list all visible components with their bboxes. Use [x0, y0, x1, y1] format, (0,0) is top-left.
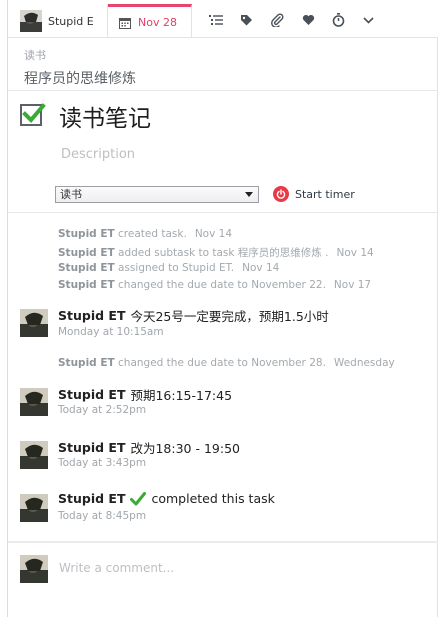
comment-time[interactable]: Today at 2:52pm: [58, 404, 146, 416]
avatar[interactable]: [20, 494, 48, 522]
comment-text: 预期16:15-17:45: [130, 388, 233, 403]
comment-text: completed this task: [151, 491, 275, 506]
comment-body: Stupid ET 改为18:30 - 19:50: [58, 438, 240, 457]
activity-user[interactable]: Stupid ET: [58, 247, 115, 259]
activity-time: Nov 14: [194, 228, 233, 240]
activity-item: Stupid ET changed the due date to Novemb…: [58, 357, 395, 369]
comment-time[interactable]: Monday at 10:15am: [58, 326, 164, 338]
activity-time: Nov 14: [242, 262, 280, 274]
comment-body: Stupid ET 预期16:15-17:45: [58, 385, 232, 404]
comment-body: Stupid ET 今天25号一定要完成，预期1.5小时: [58, 306, 329, 325]
comment-body: Stupid ET completed this task: [58, 491, 275, 506]
comment-author[interactable]: Stupid ET: [58, 440, 125, 455]
comment-time[interactable]: Today at 3:43pm: [58, 457, 146, 469]
activity-text: changed the due date to November 28.: [118, 357, 326, 369]
comment-author[interactable]: Stupid ET: [58, 387, 125, 402]
activity-item: Stupid ET changed the due date to Novemb…: [58, 279, 371, 291]
comment-input[interactable]: [59, 561, 419, 575]
activity-time: Nov 17: [333, 279, 372, 291]
activity-user[interactable]: Stupid ET: [58, 262, 115, 274]
comment-time[interactable]: Today at 8:45pm: [58, 510, 146, 522]
completed-check-icon: [130, 491, 147, 505]
activity-item: Stupid ET created task. Nov 14: [58, 228, 232, 240]
activity-text: added subtask to task 程序员的思维修炼 .: [118, 247, 329, 259]
activity-item: Stupid ET assigned to Stupid ET. Nov 14: [58, 262, 279, 274]
comment-text: 今天25号一定要完成，预期1.5小时: [130, 309, 329, 324]
activity-user[interactable]: Stupid ET: [58, 279, 115, 291]
comment-author[interactable]: Stupid ET: [58, 308, 125, 323]
activity-user[interactable]: Stupid ET: [58, 357, 115, 369]
activity-text: created task.: [118, 228, 187, 240]
avatar[interactable]: [20, 388, 48, 416]
avatar: [20, 555, 48, 583]
comment-author[interactable]: Stupid ET: [58, 491, 125, 506]
activity-feed: Stupid ET created task. Nov 14 Stupid ET …: [0, 0, 438, 540]
avatar[interactable]: [20, 441, 48, 469]
divider: [8, 541, 438, 543]
activity-text: assigned to Stupid ET.: [118, 262, 235, 274]
activity-item: Stupid ET added subtask to task 程序员的思维修炼…: [58, 245, 374, 260]
avatar[interactable]: [20, 309, 48, 337]
activity-text: changed the due date to November 22.: [118, 279, 326, 291]
activity-time: Nov 14: [336, 247, 374, 259]
comment-text: 改为18:30 - 19:50: [130, 441, 240, 456]
activity-time: Wednesday: [333, 357, 395, 369]
activity-user[interactable]: Stupid ET: [58, 228, 115, 240]
